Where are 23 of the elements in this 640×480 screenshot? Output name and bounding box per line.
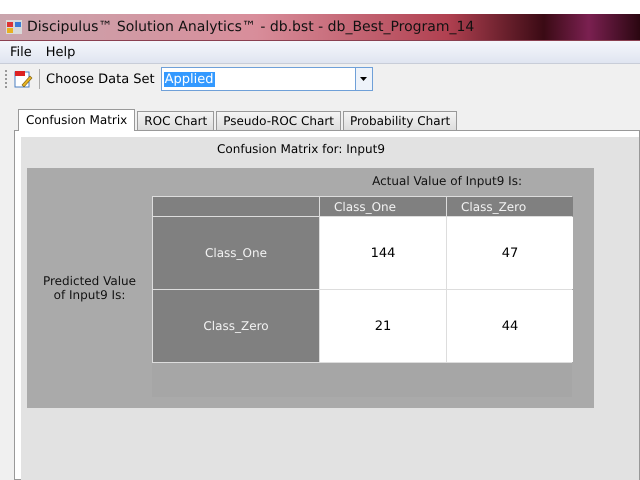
- matrix-title: Confusion Matrix for: Input9: [216, 142, 386, 158]
- edit-document-icon[interactable]: [13, 69, 33, 89]
- dataset-value: Applied: [164, 72, 215, 86]
- caret-icon: [360, 77, 368, 81]
- column-header: Class_One: [320, 197, 446, 216]
- window-title: Discipulus™ Solution Analytics™ - db.bst - db_Best_Program_14: [27, 19, 474, 35]
- app-icon: [6, 20, 22, 34]
- table-cell: 47: [447, 217, 573, 289]
- row-header: Class_Zero: [153, 290, 319, 362]
- tab[interactable]: Pseudo-ROC Chart: [216, 111, 341, 130]
- tab[interactable]: Confusion Matrix: [18, 109, 136, 131]
- table-cell: 144: [320, 217, 446, 289]
- table-cell: 21: [320, 290, 446, 362]
- tab[interactable]: ROC Chart: [137, 111, 214, 130]
- column-header: Class_Zero: [447, 197, 573, 216]
- table-cell: 44: [447, 290, 573, 362]
- row-header: Class_One: [153, 217, 319, 289]
- tab[interactable]: Probability Chart: [342, 111, 458, 130]
- menu-item[interactable]: Help: [42, 44, 80, 60]
- predicted-label: Predicted Value of Input9 Is:: [42, 274, 138, 302]
- dataset-label: Choose Data Set: [46, 72, 155, 86]
- actual-label: Actual Value of Input9 Is:: [371, 173, 523, 190]
- menu-item[interactable]: File: [6, 44, 36, 60]
